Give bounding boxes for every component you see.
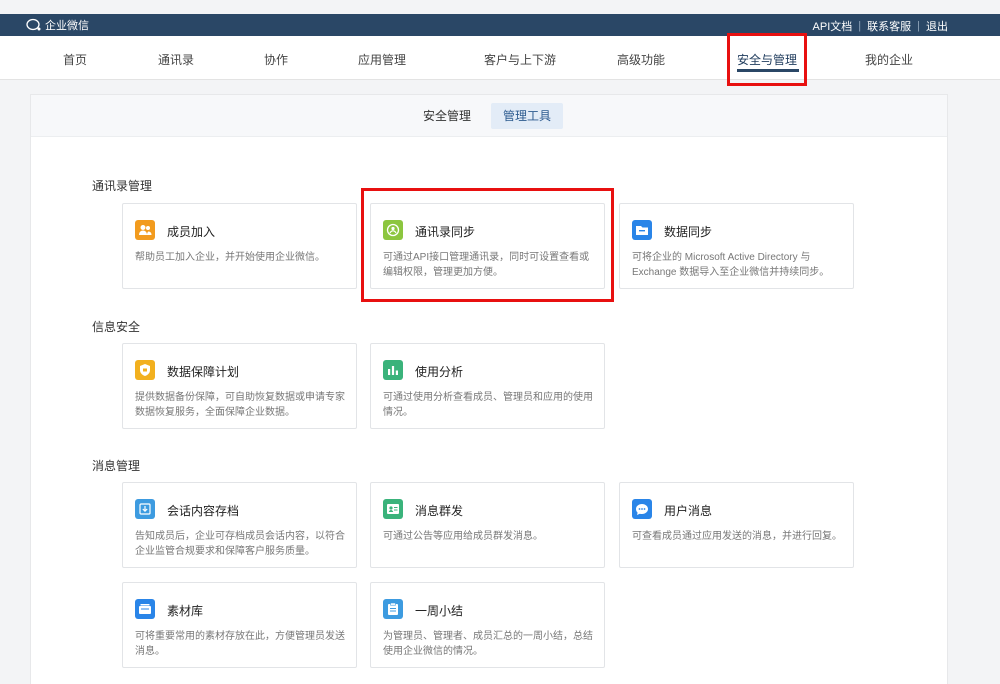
mass-message-icon [383, 499, 403, 519]
contact-support-link[interactable]: 联系客服 [867, 18, 911, 34]
tile-description: 可将重要常用的素材存放在此，方便管理员发送消息。 [135, 631, 345, 657]
tile-title: 数据保障计划 [167, 365, 240, 379]
tile-title: 用户消息 [664, 504, 713, 518]
tile-chat-archive[interactable]: 会话内容存档 告知成员后，企业可存档成员会话内容，以符合企业监管合规要求和保障客… [122, 482, 357, 568]
tile-description: 可查看成员通过应用发送的消息，并进行回复。 [632, 531, 842, 542]
tile-member-join[interactable]: 成员加入 帮助员工加入企业，并开始使用企业微信。 [122, 203, 357, 289]
tile-description: 告知成员后，企业可存档成员会话内容，以符合企业监管合规要求和保障客户服务质量。 [135, 531, 345, 557]
tile-description: 提供数据备份保障，可自助恢复数据或申请专家数据恢复服务，全面保障企业数据。 [135, 392, 345, 418]
nav-active-indicator [737, 69, 799, 72]
top-bar: 企业微信 API文档 | 联系客服 | 退出 [0, 14, 1000, 36]
sub-tabs: 安全管理 管理工具 [31, 95, 947, 137]
app-logo[interactable]: 企业微信 [26, 17, 89, 33]
nav-contacts[interactable]: 通讯录 [158, 51, 194, 68]
nav-home[interactable]: 首页 [63, 51, 87, 68]
tile-description: 为管理员、管理者、成员汇总的一周小结，总结使用企业微信的情况。 [383, 631, 593, 657]
tile-title: 消息群发 [415, 504, 464, 518]
tile-title: 成员加入 [167, 225, 216, 239]
tile-description: 可通过使用分析查看成员、管理员和应用的使用情况。 [383, 392, 593, 418]
tile-title: 会话内容存档 [167, 504, 240, 518]
link-divider: | [917, 20, 920, 32]
data-sync-icon [632, 220, 652, 240]
logout-link[interactable]: 退出 [926, 18, 948, 34]
app-title: 企业微信 [45, 20, 89, 32]
tile-description: 帮助员工加入企业，并开始使用企业微信。 [135, 252, 325, 263]
main-nav: 首页 通讯录 协作 应用管理 客户与上下游 高级功能 安全与管理 我的企业 [0, 36, 1000, 80]
chat-archive-icon [135, 499, 155, 519]
tile-title: 通讯录同步 [415, 225, 476, 239]
tile-description: 可通过公告等应用给成员群发消息。 [383, 531, 543, 542]
tile-mass-message[interactable]: 消息群发 可通过公告等应用给成员群发消息。 [370, 482, 605, 568]
weekly-summary-icon [383, 599, 403, 619]
api-docs-link[interactable]: API文档 [813, 18, 853, 34]
top-links: API文档 | 联系客服 | 退出 [813, 18, 948, 34]
nav-advanced-features[interactable]: 高级功能 [617, 51, 665, 68]
section-title-contacts: 通讯录管理 [92, 179, 153, 193]
tile-material-library[interactable]: 素材库 可将重要常用的素材存放在此，方便管理员发送消息。 [122, 582, 357, 668]
material-library-icon [135, 599, 155, 619]
tile-title: 一周小结 [415, 604, 464, 618]
tile-title: 数据同步 [664, 225, 713, 239]
link-divider: | [858, 20, 862, 32]
nav-collaboration[interactable]: 协作 [264, 51, 288, 68]
members-join-icon [135, 220, 155, 240]
tile-description: 可将企业的 Microsoft Active Directory 与 Excha… [632, 252, 830, 278]
tile-contacts-sync[interactable]: 通讯录同步 可通过API接口管理通讯录，同时可设置查看或编辑权限，管理更加方便。 [370, 203, 605, 289]
user-message-icon [632, 499, 652, 519]
nav-customers-partners[interactable]: 客户与上下游 [484, 51, 556, 68]
tile-data-protection-plan[interactable]: 数据保障计划 提供数据备份保障，可自助恢复数据或申请专家数据恢复服务，全面保障企… [122, 343, 357, 429]
nav-security-management[interactable]: 安全与管理 [737, 51, 797, 68]
data-protection-icon [135, 360, 155, 380]
tile-title: 使用分析 [415, 365, 464, 379]
nav-my-company[interactable]: 我的企业 [865, 51, 913, 68]
section-title-message-management: 消息管理 [92, 459, 141, 473]
nav-app-management[interactable]: 应用管理 [358, 51, 406, 68]
tile-usage-analysis[interactable]: 使用分析 可通过使用分析查看成员、管理员和应用的使用情况。 [370, 343, 605, 429]
section-title-info-security: 信息安全 [92, 320, 141, 334]
wecom-logo-icon [26, 18, 41, 31]
tile-title: 素材库 [167, 604, 204, 618]
tile-data-sync[interactable]: 数据同步 可将企业的 Microsoft Active Directory 与 … [619, 203, 854, 289]
tile-weekly-summary[interactable]: 一周小结 为管理员、管理者、成员汇总的一周小结，总结使用企业微信的情况。 [370, 582, 605, 668]
tab-security-management[interactable]: 安全管理 [411, 103, 483, 129]
tile-description: 可通过API接口管理通讯录，同时可设置查看或编辑权限，管理更加方便。 [383, 252, 590, 278]
contacts-sync-icon [383, 220, 403, 240]
usage-analysis-icon [383, 360, 403, 380]
tab-management-tools[interactable]: 管理工具 [491, 103, 564, 129]
tile-user-message[interactable]: 用户消息 可查看成员通过应用发送的消息，并进行回复。 [619, 482, 854, 568]
